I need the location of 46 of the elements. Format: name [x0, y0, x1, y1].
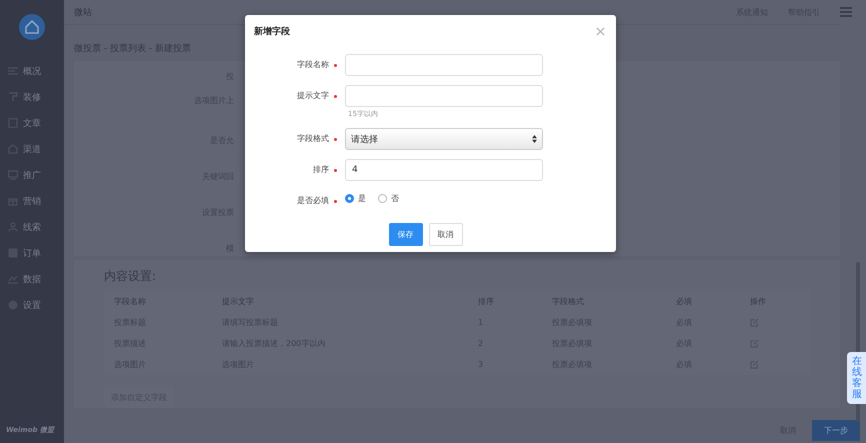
edit-icon[interactable] — [750, 360, 759, 369]
radio-button[interactable] — [378, 194, 387, 202]
cancel-button[interactable]: 取消 — [428, 223, 462, 246]
monitor-icon — [8, 170, 18, 180]
nav-item[interactable]: 文章 — [0, 110, 64, 136]
box-icon — [8, 248, 18, 258]
required-dot — [334, 64, 337, 66]
nav-item[interactable]: 装修 — [0, 84, 64, 110]
required-dot — [334, 200, 337, 202]
nav-item[interactable]: 营销 — [0, 188, 64, 214]
person-icon — [8, 222, 18, 232]
chart-icon — [8, 274, 18, 284]
required-dot — [334, 168, 337, 172]
menu-icon[interactable] — [840, 7, 852, 17]
field-label: 排序 — [312, 164, 329, 176]
required-dot — [334, 138, 337, 140]
input-field[interactable] — [345, 85, 543, 107]
field-label: 字段格式 — [296, 133, 329, 145]
save-button[interactable]: 保存 — [388, 223, 422, 246]
nav-item[interactable]: 线索 — [0, 214, 64, 240]
nav-item[interactable]: 订单 — [0, 240, 64, 266]
updown-icon — [532, 135, 537, 143]
nav-item[interactable]: 设置 — [0, 292, 64, 318]
field-label: 字段名称 — [296, 59, 329, 71]
document-icon — [8, 118, 18, 128]
input-field[interactable] — [345, 54, 543, 76]
nav-item[interactable]: 数据 — [0, 266, 64, 292]
input-field[interactable]: 4 — [345, 159, 543, 181]
required-dot — [334, 94, 337, 98]
nav-item[interactable]: 推广 — [0, 162, 64, 188]
nav-item[interactable]: 概况 — [0, 58, 64, 84]
logo-icon — [19, 14, 45, 40]
edit-icon[interactable] — [750, 318, 759, 327]
chat-tab[interactable]: 在线客服 — [847, 352, 866, 404]
next-button[interactable]: 下一步 — [812, 420, 860, 441]
edit-icon[interactable] — [750, 339, 759, 348]
list-icon — [8, 66, 18, 76]
radio-button[interactable] — [345, 194, 354, 202]
field-label: 提示文字 — [296, 90, 329, 102]
field-label: 是否必填 — [296, 195, 329, 207]
dialog-title: 新增字段 — [254, 25, 290, 38]
select-field[interactable]: 请选择 — [345, 128, 543, 150]
close-icon[interactable] — [596, 26, 605, 36]
radio-label: 是 — [358, 192, 366, 204]
radio-label: 否 — [391, 192, 399, 204]
nav-item[interactable]: 渠道 — [0, 136, 64, 162]
